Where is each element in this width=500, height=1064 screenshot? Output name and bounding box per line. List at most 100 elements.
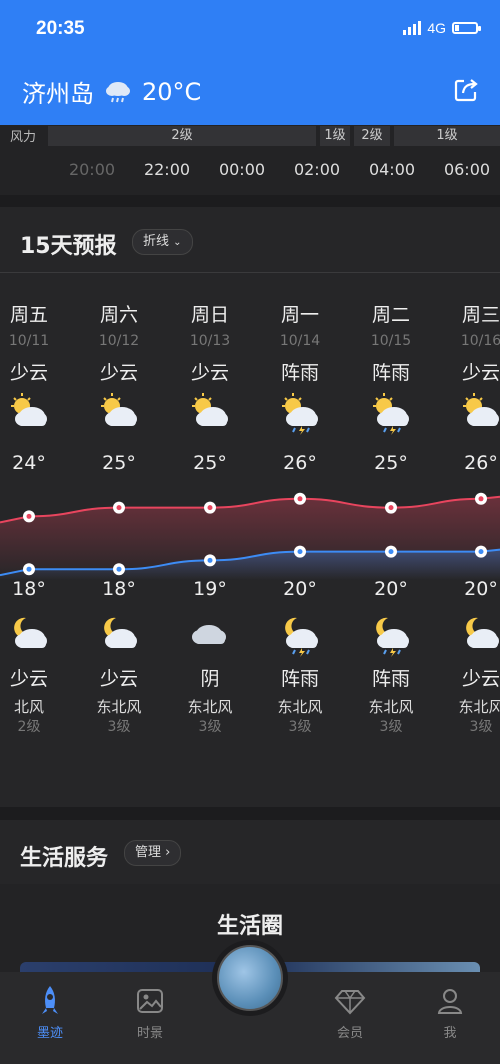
day-condition: 阵雨: [280, 362, 319, 384]
shower-sun-icon: [346, 390, 436, 435]
shower-sun-icon: [255, 390, 345, 435]
date-label: 10/14: [279, 333, 321, 349]
date-label: 10/11: [8, 333, 50, 349]
day-of-week: 周一: [280, 304, 319, 326]
night-condition: 阵雨: [280, 668, 319, 690]
wind-direction: 北风: [13, 698, 44, 716]
day-of-week: 周日: [190, 304, 229, 326]
city-name: 济州岛: [22, 80, 94, 108]
battery-icon: [452, 22, 481, 34]
hour-label: 00:00: [218, 160, 266, 179]
day-condition: 少云: [9, 362, 48, 384]
hour-label: 04:00: [368, 160, 416, 179]
network-label: 4G: [427, 20, 446, 36]
wind-label: 风力: [10, 130, 37, 145]
low-temp: 18°: [102, 578, 136, 600]
status-time: 20:35: [36, 18, 85, 39]
wind-direction: 东北风: [187, 698, 233, 716]
date-label: 10/13: [189, 333, 231, 349]
day-of-week: 周三: [461, 304, 500, 326]
low-temp-point-core: [26, 566, 32, 572]
divider: [0, 272, 500, 273]
shower-moon-icon: [346, 612, 436, 657]
rain-cloud-icon: [106, 81, 130, 102]
night-condition: 阵雨: [371, 668, 410, 690]
tab-label: 时景: [136, 1026, 163, 1041]
hour-label: 22:00: [143, 160, 191, 179]
signal-icon: [403, 21, 422, 35]
wind-level: 3级: [198, 719, 222, 735]
manage-label: 管理: [135, 845, 162, 860]
partly-cloudy-sun-icon: [74, 390, 164, 434]
partly-cloudy-sun-icon: [436, 390, 500, 434]
forecast-title: 15天预报: [20, 234, 117, 259]
tab-member[interactable]: 会员: [310, 984, 390, 1041]
low-temp-point-core: [478, 549, 484, 555]
night-condition: 阴: [200, 668, 220, 690]
wind-level: 3级: [469, 719, 493, 735]
day-of-week: 周六: [99, 304, 138, 326]
night-condition: 少云: [99, 668, 138, 690]
low-temp: 20°: [464, 578, 498, 600]
user-icon: [437, 989, 463, 1014]
partly-cloudy-sun-icon: [165, 390, 255, 434]
header-bar: 20:35 4G 济州岛 20°C: [0, 0, 500, 125]
scenery-thumbnail: [217, 945, 283, 1011]
partly-cloudy-moon-icon: [0, 612, 74, 656]
center-photo-button[interactable]: [212, 940, 288, 1016]
partly-cloudy-moon-icon: [436, 612, 500, 656]
low-temp-point-core: [116, 566, 122, 572]
low-temp: 19°: [193, 578, 227, 600]
low-temp-point-core: [207, 557, 213, 563]
wind-segment: 1级: [394, 126, 500, 146]
shower-moon-icon: [255, 612, 345, 657]
share-icon[interactable]: [452, 76, 480, 104]
high-temp-point-core: [388, 505, 394, 511]
chevron-right-icon: ›: [165, 845, 171, 860]
chevron-down-icon: ⌄: [173, 237, 182, 248]
tab-label: 我: [443, 1026, 457, 1041]
wind-level: 3级: [107, 719, 131, 735]
high-temp-point-core: [207, 505, 213, 511]
day-condition: 少云: [190, 362, 229, 384]
wind-level: 3级: [379, 719, 403, 735]
tab-me[interactable]: 我: [410, 984, 490, 1041]
night-condition: 少云: [461, 668, 500, 690]
day-condition: 少云: [99, 362, 138, 384]
wind-direction: 东北风: [368, 698, 414, 716]
tab-label: 会员: [336, 1026, 363, 1041]
wind-direction: 东北风: [277, 698, 323, 716]
high-temp-point-core: [478, 496, 484, 502]
day-of-week: 周五: [9, 304, 48, 326]
overcast-cloud-icon: [165, 612, 255, 656]
current-temp: 20°C: [142, 77, 202, 106]
high-temp-point-core: [297, 496, 303, 502]
day-condition: 少云: [461, 362, 500, 384]
date-label: 10/16: [460, 333, 500, 349]
high-temp-point-core: [26, 513, 32, 519]
wind-segment: 1级: [320, 126, 350, 146]
rocket-icon: [42, 986, 58, 1014]
temperature-chart: [0, 492, 500, 580]
low-temp: 20°: [283, 578, 317, 600]
partly-cloudy-sun-icon: [0, 390, 74, 434]
hour-label: 02:00: [293, 160, 341, 179]
manage-button[interactable]: 管理 ›: [124, 840, 182, 866]
wind-level: 3级: [288, 719, 312, 735]
low-temp: 18°: [12, 578, 46, 600]
tab-label: 墨迹: [36, 1026, 63, 1041]
diamond-icon: [334, 990, 366, 1015]
wind-segment: 2级: [354, 126, 390, 146]
partly-cloudy-moon-icon: [74, 612, 164, 656]
tab-scenery[interactable]: 时景: [110, 984, 190, 1041]
low-temp-point-core: [388, 549, 394, 555]
tab-moji[interactable]: 墨迹: [10, 984, 90, 1041]
view-toggle-button[interactable]: 折线 ⌄: [132, 229, 193, 255]
life-circle-title: 生活圈: [216, 914, 283, 939]
date-label: 10/15: [370, 333, 412, 349]
date-label: 10/12: [98, 333, 140, 349]
location-title[interactable]: 济州岛 20°C: [22, 74, 201, 109]
hour-label: 20:00: [68, 160, 116, 179]
day-condition: 阵雨: [371, 362, 410, 384]
wind-segment: 2级: [48, 126, 316, 146]
